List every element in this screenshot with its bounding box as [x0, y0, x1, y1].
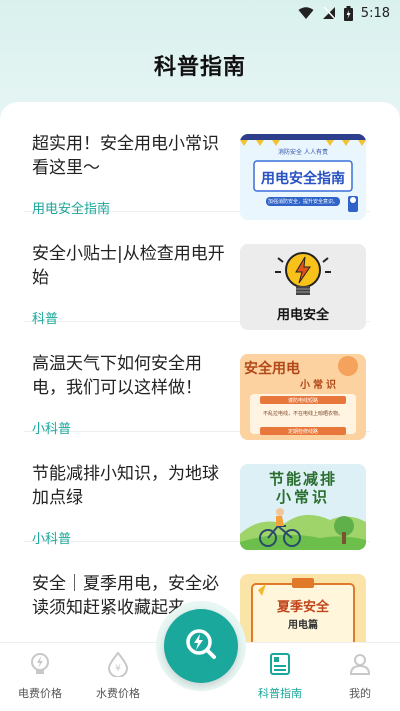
electric-bill-icon — [27, 649, 53, 679]
water-bill-icon: ¥ — [105, 649, 131, 679]
thumb-subheading: 用电篇 — [288, 620, 318, 631]
article-item[interactable]: 安全小贴士|从检查用电开始 科普 用电安全 — [24, 212, 370, 330]
thumb-subheading: 小常识 — [275, 488, 330, 506]
tab-profile[interactable]: 我的 — [320, 649, 400, 705]
wifi-icon — [298, 6, 314, 20]
thumb-note: 谨防电线短路 — [287, 398, 318, 404]
thumb-note: 加强消防安全，提升安全意识。 — [267, 199, 338, 205]
article-thumbnail[interactable]: 用电安全 — [240, 244, 366, 330]
tab-science-guide[interactable]: 科普指南 — [240, 649, 320, 705]
signal-icon — [322, 6, 336, 20]
article-list[interactable]: 超实用！安全用电小常识看这里～ 用电安全指南 消防安全 人人有责 用电安全指南 … — [0, 102, 400, 642]
page-header: 科普指南 — [0, 40, 400, 90]
tab-label: 我的 — [349, 687, 371, 700]
article-title[interactable]: 安全小贴士|从检查用电开始 — [32, 242, 228, 290]
search-bolt-icon — [181, 624, 221, 668]
article-thumbnail[interactable]: 安全用电 小常识 谨防电线短路 不乱拉电线，不在电线上晾晒衣物。 定期检修线路 — [240, 354, 366, 440]
tab-label: 科普指南 — [258, 687, 302, 700]
article-item[interactable]: 超实用！安全用电小常识看这里～ 用电安全指南 消防安全 人人有责 用电安全指南 … — [24, 102, 370, 220]
article-title[interactable]: 高温天气下如何安全用电，我们可以这样做！ — [32, 352, 228, 400]
thumb-note: 不乱拉电线，不在电线上晾晒衣物。 — [262, 411, 343, 417]
thumb-caption: 消防安全 人人有责 — [278, 149, 328, 156]
search-fab-button[interactable] — [164, 609, 238, 683]
status-bar: 5:18 — [0, 0, 400, 26]
thumb-heading: 夏季安全 — [276, 600, 329, 615]
profile-icon — [347, 649, 373, 679]
status-time: 5:18 — [360, 5, 390, 21]
thumb-heading: 安全用电 — [244, 361, 300, 377]
thumb-subheading: 小常识 — [300, 380, 339, 391]
svg-text:¥: ¥ — [115, 664, 121, 674]
thumb-heading: 用电安全指南 — [261, 171, 345, 187]
article-title[interactable]: 超实用！安全用电小常识看这里～ — [32, 132, 228, 180]
tab-label: 水费价格 — [96, 687, 140, 700]
article-item[interactable]: 高温天气下如何安全用电，我们可以这样做！ 小科普 安全用电 小常识 谨防电线短路… — [24, 322, 370, 440]
article-item[interactable]: 节能减排小知识，为地球加点绿 小科普 节能减排 小常识 — [24, 432, 370, 550]
battery-icon — [343, 5, 353, 21]
article-thumbnail[interactable]: 节能减排 小常识 — [240, 464, 366, 550]
tab-label: 电费价格 — [18, 687, 62, 700]
thumb-heading: 用电安全 — [276, 308, 329, 323]
guide-book-icon — [267, 649, 293, 679]
page-title: 科普指南 — [153, 55, 246, 80]
tab-electric-bill[interactable]: 电费价格 — [0, 649, 80, 705]
tab-water-bill[interactable]: ¥ 水费价格 — [78, 649, 158, 705]
article-title[interactable]: 节能减排小知识，为地球加点绿 — [32, 462, 228, 510]
article-thumbnail[interactable]: 消防安全 人人有责 用电安全指南 加强消防安全，提升安全意识。 — [240, 134, 366, 220]
article-thumbnail[interactable]: 夏季安全 用电篇 — [240, 574, 366, 642]
